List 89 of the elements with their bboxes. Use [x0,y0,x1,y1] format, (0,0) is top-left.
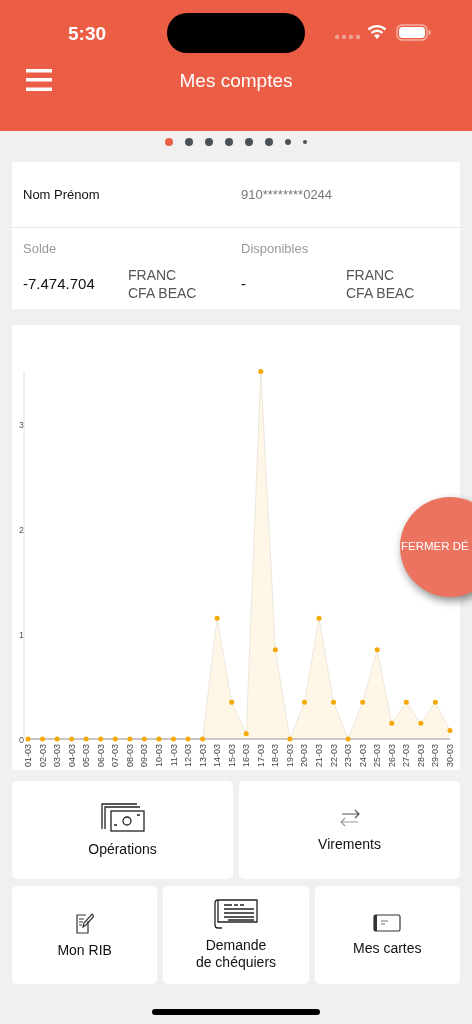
x-axis-label: 07-03 [110,744,121,768]
data-point [54,736,60,742]
x-axis-label: 03-03 [52,744,63,768]
x-axis-label: 05-03 [81,744,92,768]
data-point [83,736,89,742]
data-point [214,615,220,621]
data-point [272,647,278,653]
y-tick-label: 2 [19,525,25,535]
page-title: Mes comptes [178,69,294,93]
currency-label: FRANC CFA BEAC [128,266,197,302]
x-axis-label: 24-03 [357,744,368,768]
x-axis-label: 21-03 [314,744,324,768]
data-point [389,720,395,726]
x-axis-label: 27-03 [401,744,412,768]
x-axis-label: 22-03 [328,744,339,768]
x-axis-label: 26-03 [386,744,397,768]
menu-tile[interactable]: Mon RIB [12,886,158,984]
balance-label: Disponibles [241,240,310,258]
x-axis-label: 25-03 [372,744,383,768]
data-point [447,728,453,734]
data-point [243,731,249,737]
battery-icon [396,24,431,41]
data-point [141,736,147,742]
x-axis-label: 30-03 [444,744,455,768]
menu-icon [26,68,52,92]
data-point [331,699,337,705]
x-axis-label: 12-03 [183,744,194,768]
balance-amount: -7.474.704 [23,273,96,294]
currency-label: FRANC CFA BEAC [346,266,415,302]
data-point [432,699,438,705]
data-point [69,736,75,742]
card-icon [373,913,402,932]
menu-tile[interactable]: Demande de chéquiers [163,886,309,984]
x-axis-label: 10-03 [153,744,164,768]
x-axis-label: 09-03 [139,744,150,768]
y-tick-label: 3 [19,420,25,430]
data-point [112,736,118,742]
menu-button[interactable] [26,68,52,92]
x-axis-label: 18-03 [270,744,281,768]
data-point [229,699,235,705]
x-axis-label: 16-03 [241,744,252,768]
x-axis-label: 11-03 [168,744,179,767]
menu-tile[interactable]: Virements [239,781,460,879]
edit-document-icon [75,911,94,934]
data-point [403,699,409,705]
checkbook-icon [214,899,258,929]
x-axis-label: 04-03 [66,744,77,768]
x-axis-label: 06-03 [95,744,106,768]
x-axis-label: 15-03 [226,744,237,768]
x-axis-label: 02-03 [37,744,48,768]
account-holder: Nom Prénom [23,185,101,204]
x-axis-label: 13-03 [197,744,208,768]
data-point [185,736,191,742]
menu-tile[interactable]: Opérations [12,781,233,879]
data-point [374,647,380,653]
data-point [127,736,133,742]
data-point [418,720,424,726]
x-axis-label: 19-03 [284,744,295,768]
x-axis-label: 17-03 [255,744,266,768]
data-point [301,699,307,705]
x-axis-label: 01-03 [23,744,33,768]
data-point [316,615,322,621]
balance-label: Solde [23,240,58,258]
data-point [25,736,31,742]
data-point [345,736,351,742]
wifi-icon [367,24,387,40]
x-axis-label: 08-03 [124,744,135,768]
menu-tile[interactable]: Mes cartes [314,886,460,984]
y-tick-label: 0 [19,735,25,745]
data-point [156,736,162,742]
status-time: 5:30 [68,22,107,46]
x-axis-label: 29-03 [430,744,441,768]
balance-amount: - [241,273,247,294]
x-axis-label: 14-03 [212,744,223,768]
data-point [200,736,206,742]
data-point [287,736,293,742]
x-axis-label: 28-03 [415,744,426,768]
signal-icon [334,34,360,40]
account-number: 910********0244 [241,185,333,204]
data-point [40,736,46,742]
x-axis-label: 23-03 [343,744,354,768]
banknotes-icon [100,802,145,833]
data-point [360,699,366,705]
data-point [258,369,264,374]
data-point [98,736,104,742]
data-point [171,736,176,742]
transfer-arrows-icon [338,807,361,828]
x-axis-label: 20-03 [299,744,310,768]
y-tick-label: 1 [19,630,25,640]
